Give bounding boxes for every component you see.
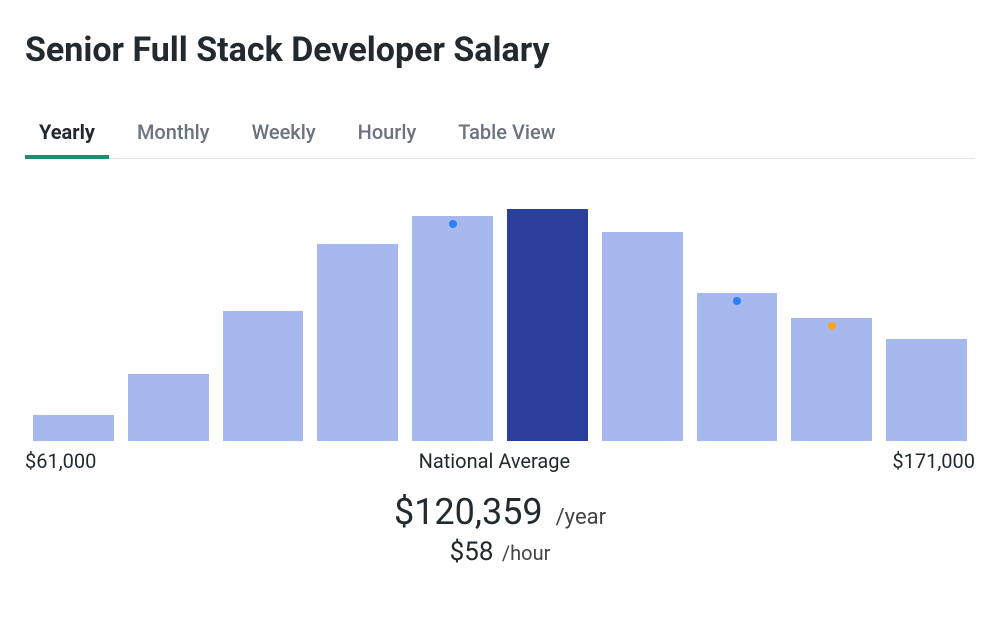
summary-yearly: $120,359 /year <box>25 491 975 533</box>
summary-hourly: $58 /hour <box>25 537 975 567</box>
tab-hourly[interactable]: Hourly <box>358 120 417 158</box>
histogram-bar[interactable] <box>317 244 398 441</box>
histogram-bar[interactable] <box>886 339 967 441</box>
histogram-bar[interactable] <box>412 216 493 441</box>
tab-monthly[interactable]: Monthly <box>137 120 210 158</box>
summary-yearly-unit: /year <box>556 505 606 530</box>
axis-row: $61,000 National Average $171,000 <box>25 449 975 473</box>
axis-center-label: National Average <box>419 449 571 473</box>
salary-histogram: $61,000 National Average $171,000 $120,3… <box>25 209 975 567</box>
marker-dot-icon <box>449 220 457 228</box>
tab-weekly[interactable]: Weekly <box>252 120 316 158</box>
tab-yearly[interactable]: Yearly <box>39 120 95 158</box>
page-title: Senior Full Stack Developer Salary <box>25 30 975 70</box>
histogram-bar[interactable] <box>223 311 304 441</box>
summary-hourly-value: $58 <box>450 537 494 567</box>
histogram-bar[interactable] <box>602 232 683 441</box>
marker-dot-icon <box>828 322 836 330</box>
histogram-bar[interactable] <box>128 374 209 441</box>
axis-max-label: $171,000 <box>892 449 975 473</box>
tab-table-view[interactable]: Table View <box>458 120 555 158</box>
histogram-bar[interactable] <box>33 415 114 441</box>
marker-dot-icon <box>733 297 741 305</box>
histogram-bar[interactable] <box>791 318 872 441</box>
histogram-bar[interactable] <box>507 209 588 441</box>
summary-yearly-value: $120,359 <box>394 491 543 533</box>
axis-min-label: $61,000 <box>25 449 96 473</box>
histogram-bar[interactable] <box>697 293 778 441</box>
summary-hourly-unit: /hour <box>502 541 550 565</box>
bars-container <box>25 209 975 441</box>
summary: $120,359 /year $58 /hour <box>25 491 975 567</box>
tabs-container: Yearly Monthly Weekly Hourly Table View <box>25 120 975 159</box>
